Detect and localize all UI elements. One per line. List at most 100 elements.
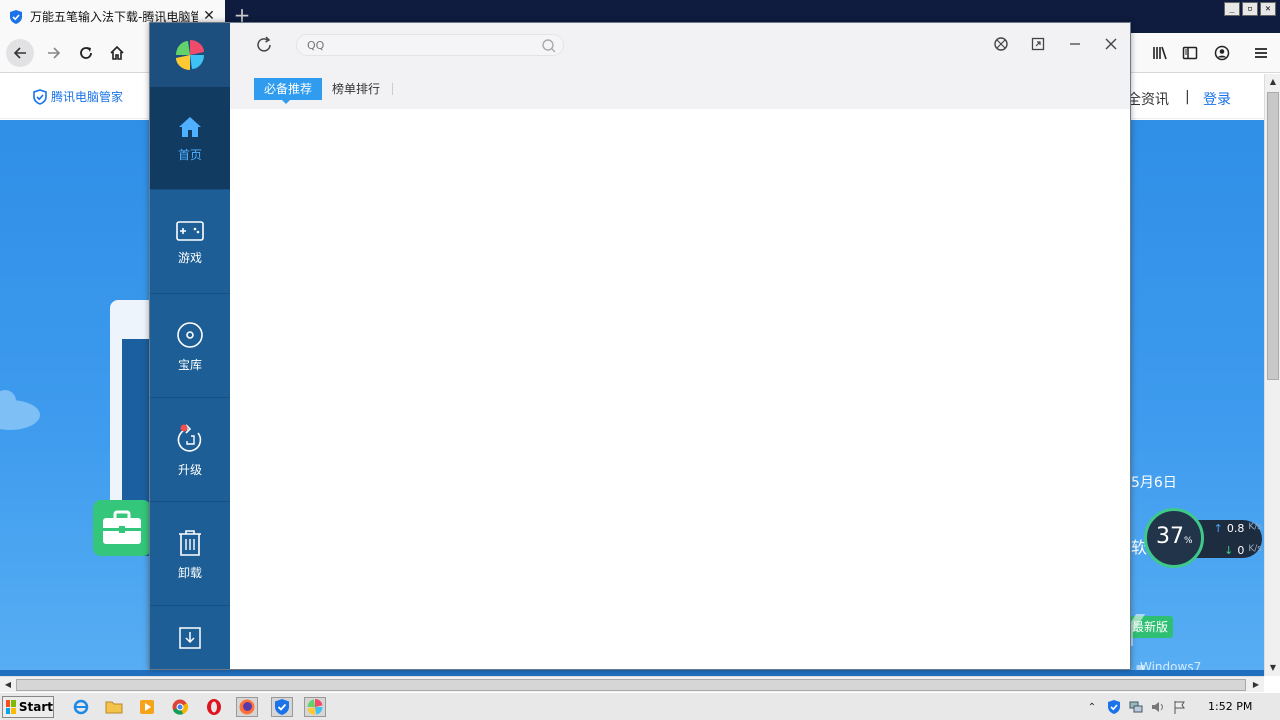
menu-button[interactable] (1249, 41, 1273, 65)
site-logo[interactable]: 腾讯电脑管家 (32, 88, 123, 105)
arrow-down-icon: ↓ (1224, 544, 1234, 557)
toolbox-icon (93, 500, 151, 556)
account-icon (1214, 45, 1230, 61)
software-manager-taskbar-icon[interactable] (304, 697, 326, 717)
sidebar-item-label: 游戏 (177, 250, 202, 265)
explorer-folder-icon[interactable] (103, 697, 125, 717)
scroll-left-arrow-icon[interactable]: ◀ (0, 677, 16, 693)
app-minimize-button[interactable] (1066, 35, 1084, 53)
sidebar-item-label: 宝库 (177, 357, 202, 372)
restore-button[interactable]: ▫ (1242, 2, 1258, 16)
taskbar: Start ⌃ 1:52 PM (0, 692, 1280, 720)
speed-percent: 37% (1156, 524, 1193, 549)
network-icon[interactable] (1128, 699, 1144, 715)
site-logo-text: 腾讯电脑管家 (51, 90, 124, 104)
tab-rankings[interactable]: 榜单排行 (322, 78, 390, 100)
search-input[interactable] (307, 37, 527, 53)
sidebar-item-games[interactable]: 游戏 (150, 191, 230, 294)
network-speed-widget[interactable]: 37% ↑ 0.8 K/s ↓ 0 K/s (1144, 508, 1264, 570)
upload-speed: ↑ 0.8 K/s (1213, 522, 1262, 535)
mini-mode-icon (1031, 37, 1045, 51)
ie-icon[interactable] (70, 697, 92, 717)
arrow-up-icon: ↑ (1213, 522, 1223, 535)
software-manager-window: 首页 游戏 宝库 升级 卸载 QQ 必备推荐 榜单排行 (149, 22, 1131, 670)
horizontal-scroll-thumb[interactable] (16, 679, 1246, 691)
scroll-down-arrow-icon[interactable]: ▼ (1265, 660, 1280, 676)
app-logo (150, 23, 230, 87)
sidebar-item-download[interactable] (150, 607, 230, 669)
tray-expand-icon[interactable]: ⌃ (1082, 702, 1102, 713)
clock: 1:52 PM (1208, 700, 1253, 713)
app-toolbar: 必备推荐 榜单排行 (230, 23, 1130, 109)
window-controls: _ ▫ ✕ (1224, 2, 1276, 16)
sidebar-item-label: 卸载 (177, 565, 202, 580)
gamepad-icon (176, 220, 204, 241)
action-center-flag-icon[interactable] (1172, 699, 1188, 715)
media-player-icon[interactable] (136, 697, 158, 717)
login-link[interactable]: 登录 (1203, 89, 1231, 109)
arrow-right-icon (48, 47, 61, 59)
back-button[interactable] (6, 39, 34, 67)
sidebar-item-treasury[interactable]: 宝库 (150, 295, 230, 398)
refresh-button[interactable] (254, 35, 274, 55)
sidebar-item-uninstall[interactable]: 卸载 (150, 503, 230, 606)
sidebar-item-upgrade[interactable]: 升级 (150, 399, 230, 502)
scroll-up-arrow-icon[interactable]: ▲ (1265, 74, 1280, 90)
download-icon (179, 627, 201, 649)
windows-flag-icon (6, 700, 16, 714)
shield-favicon-icon (10, 9, 22, 24)
home-icon (179, 116, 201, 137)
minimize-icon (1070, 43, 1080, 45)
app-close-button[interactable] (1102, 35, 1120, 53)
app-logo-icon (176, 40, 204, 70)
volume-icon[interactable] (1150, 699, 1166, 715)
vertical-scroll-thumb[interactable] (1267, 92, 1279, 380)
close-window-button[interactable]: ✕ (1260, 2, 1276, 16)
pc-manager-icon[interactable] (271, 697, 293, 717)
tab-must-have[interactable]: 必备推荐 (254, 78, 323, 104)
header-link-news[interactable]: 全资讯 (1127, 89, 1169, 109)
upgrade-icon (177, 423, 202, 452)
search-box (296, 34, 564, 56)
start-button[interactable]: Start (2, 696, 54, 718)
home-icon (110, 45, 124, 60)
tray-shield-icon[interactable] (1106, 699, 1122, 715)
trash-icon (179, 529, 201, 556)
app-sidebar: 首页 游戏 宝库 升级 卸载 (150, 23, 230, 669)
opera-icon[interactable] (203, 697, 225, 717)
hero-date: 5月6日 (1131, 475, 1177, 491)
skin-button[interactable] (992, 35, 1010, 53)
download-speed: ↓ 0 K/s (1224, 544, 1262, 557)
header-separator: | (1185, 89, 1190, 105)
reload-button[interactable] (72, 39, 100, 67)
firefox-icon[interactable] (236, 697, 258, 717)
close-icon (1105, 38, 1117, 50)
sidebar-icon (1182, 46, 1198, 60)
vertical-scrollbar[interactable]: ▲ ▼ (1264, 74, 1280, 676)
sidebar-item-label: 首页 (177, 147, 202, 162)
horizontal-scrollbar[interactable]: ◀ ▶ (0, 676, 1264, 692)
refresh-icon (257, 36, 271, 52)
shield-icon (33, 88, 47, 105)
tab-divider (392, 83, 394, 95)
sidebar-item-home[interactable]: 首页 (150, 87, 230, 190)
start-label: Start (18, 700, 53, 714)
mini-mode-button[interactable] (1029, 35, 1047, 53)
app-content-area (230, 109, 1130, 669)
library-icon (1153, 46, 1167, 60)
library-button[interactable] (1148, 41, 1172, 65)
sidebar-toggle-button[interactable] (1178, 41, 1202, 65)
reload-icon (80, 47, 92, 59)
scroll-right-arrow-icon[interactable]: ▶ (1248, 677, 1264, 693)
skin-icon (994, 37, 1008, 51)
hamburger-icon (1255, 48, 1267, 58)
disc-icon (177, 321, 203, 348)
sidebar-item-label: 升级 (177, 462, 202, 477)
home-button[interactable] (103, 39, 131, 67)
arrow-left-icon (13, 47, 26, 59)
forward-button[interactable] (40, 39, 68, 67)
minimize-button[interactable]: _ (1224, 2, 1240, 16)
chrome-icon[interactable] (169, 697, 191, 717)
account-button[interactable] (1210, 41, 1234, 65)
search-icon[interactable] (541, 38, 557, 54)
